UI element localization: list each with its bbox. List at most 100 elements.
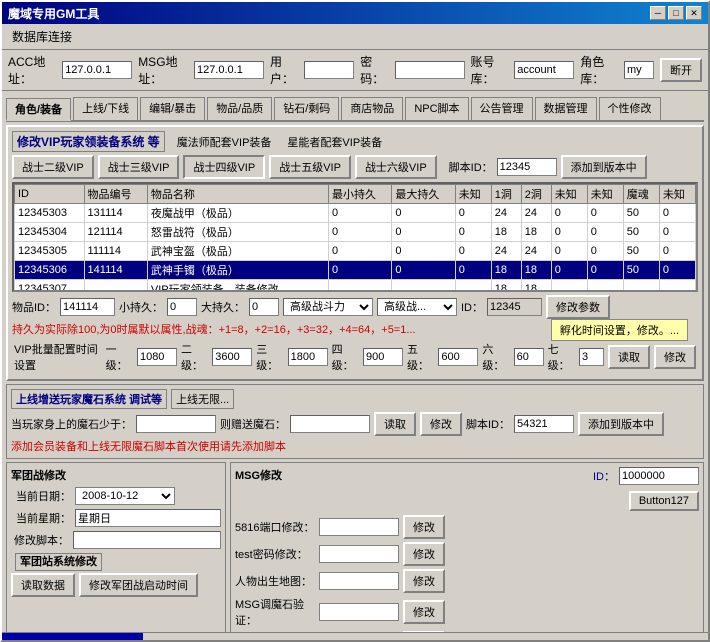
guild-title: 军团战修改 xyxy=(11,467,221,483)
col-soul: 魔魂 xyxy=(623,185,659,204)
level-read-button[interactable]: 读取 xyxy=(608,345,650,369)
maximize-button[interactable]: □ xyxy=(668,6,684,20)
tab-data[interactable]: 数据管理 xyxy=(535,97,597,120)
item-id-input[interactable] xyxy=(60,298,115,316)
guild-script-input[interactable] xyxy=(73,531,221,549)
level3-input[interactable] xyxy=(288,348,328,366)
msg-stone-verify-input[interactable] xyxy=(319,603,399,621)
tab-personal[interactable]: 个性修改 xyxy=(599,97,661,120)
online-section-title: 上线增送玩家魔石系统 调试等 xyxy=(11,389,167,409)
disconnect-button[interactable]: 断开 xyxy=(660,58,702,82)
add-to-script-button[interactable]: 添加到版本中 xyxy=(561,155,647,179)
id-display xyxy=(487,298,542,316)
msg-stone-verify-modify-btn[interactable]: 修改 xyxy=(403,600,445,624)
level5-input[interactable] xyxy=(438,348,478,366)
close-button[interactable]: ✕ xyxy=(686,6,702,20)
guild-read-button[interactable]: 读取数据 xyxy=(11,573,75,597)
vip-tab-5[interactable]: 战士五级VIP xyxy=(269,155,351,179)
online-notice: 添加会员装备和上线无限魔石脚本首次使用请先添加脚本 xyxy=(11,441,286,453)
msg-port-input[interactable] xyxy=(319,518,399,536)
combat-combo2[interactable]: 高级战... xyxy=(377,298,457,316)
title-bar-buttons: ─ □ ✕ xyxy=(650,6,702,20)
vip-tab-6[interactable]: 战士六级VIP xyxy=(355,155,437,179)
level6-label: 六级： xyxy=(482,341,509,373)
table-row[interactable]: 12345304 121114 怒雷战符（极品） 0 0 0 18 18 0 0… xyxy=(15,223,696,242)
guild-script-name-row: 军团站系统修改 xyxy=(15,553,221,569)
title-bar: 魔域专用GM工具 ─ □ ✕ xyxy=(2,2,708,24)
level7-input[interactable] xyxy=(579,348,604,366)
role-input[interactable] xyxy=(624,61,654,79)
guild-script-label: 修改脚本： xyxy=(11,532,69,548)
msg-button127[interactable]: Button127 xyxy=(629,491,699,511)
table-row[interactable]: 12345303 131114 夜魔战甲（极品） 0 0 0 24 24 0 0… xyxy=(15,204,696,223)
level-modify-button[interactable]: 修改 xyxy=(654,345,696,369)
table-row[interactable]: 12345305 111114 武神宝盔（极品） 0 0 0 24 24 0 0… xyxy=(15,242,696,261)
online-read-button[interactable]: 读取 xyxy=(374,412,416,436)
when-input[interactable] xyxy=(136,415,216,433)
db-input[interactable] xyxy=(514,61,574,79)
pwd-input[interactable] xyxy=(395,61,465,79)
msg-birthmap-input[interactable] xyxy=(319,572,399,590)
db-label: 账号库： xyxy=(471,53,509,87)
msg-id-input[interactable] xyxy=(619,467,699,485)
msg-birthmap-modify-btn[interactable]: 修改 xyxy=(403,569,445,593)
tab-item[interactable]: 物品/品质 xyxy=(207,97,272,120)
online-stone-inputs: 当玩家身上的魔石少于： 则赠送魔石： 读取 修改 脚本ID： 添加到版本中 xyxy=(11,412,699,436)
then-label: 则赠送魔石： xyxy=(220,416,286,432)
min-dur-input[interactable] xyxy=(167,298,197,316)
main-tab-strip: 角色/装备 上线/下线 编辑/暴击 物品/品质 钻石/剩码 商店物品 NPC脚本… xyxy=(6,95,704,122)
persist-info: 持久为实际除100,为0时属默以属性,战魂：+1=8，+2=16，+3=32，+… xyxy=(12,324,416,336)
bottom-scrollbar[interactable] xyxy=(2,632,708,640)
vip-table-container: ID 物品编号 物品名称 最小持久 最大持久 未知 1洞 2洞 未知 未知 魔魂… xyxy=(12,182,698,292)
level6-input[interactable] xyxy=(514,348,544,366)
tab-diamond[interactable]: 钻石/剩码 xyxy=(274,97,339,120)
tab-role-equip[interactable]: 角色/装备 xyxy=(6,98,71,121)
combat-combo1[interactable]: 高级战斗力 xyxy=(283,298,373,316)
tab-npc[interactable]: NPC脚本 xyxy=(405,97,468,120)
max-dur-input[interactable] xyxy=(249,298,279,316)
vip-tab-3[interactable]: 战士三级VIP xyxy=(98,155,180,179)
msg-test-pwd-modify-btn[interactable]: 修改 xyxy=(403,542,445,566)
msg-row-test-pwd: test密码修改： 修改 xyxy=(235,542,699,566)
guild-week-input[interactable] xyxy=(75,509,221,527)
msg-port-modify-btn[interactable]: 修改 xyxy=(403,515,445,539)
online-modify-button[interactable]: 修改 xyxy=(420,412,462,436)
level1-input[interactable] xyxy=(137,348,177,366)
msg-input[interactable] xyxy=(194,61,264,79)
min-dur-label: 小持久： xyxy=(119,299,163,315)
script-id-label: 脚本ID： xyxy=(449,159,493,175)
user-input[interactable] xyxy=(304,61,354,79)
acc-input[interactable] xyxy=(62,61,132,79)
guild-date-label: 当前日期： xyxy=(11,488,71,504)
table-row-selected[interactable]: 12345306 141114 武神手镯（极品） 0 0 0 18 18 0 0… xyxy=(15,261,696,280)
tab-online[interactable]: 上线/下线 xyxy=(73,97,138,120)
when-label: 当玩家身上的魔石少于： xyxy=(11,416,132,432)
guild-date-select[interactable]: 2008-10-12 xyxy=(75,487,175,505)
level4-input[interactable] xyxy=(363,348,403,366)
modify-param-button[interactable]: 修改参数 xyxy=(546,295,610,319)
online-script-id-input[interactable] xyxy=(514,415,574,433)
tab-shop[interactable]: 商店物品 xyxy=(341,97,403,120)
col-id: ID xyxy=(15,185,85,204)
level2-input[interactable] xyxy=(212,348,252,366)
guild-modify-time-button[interactable]: 修改军团战启动时间 xyxy=(79,573,198,597)
vip-tab-2[interactable]: 战士二级VIP xyxy=(12,155,94,179)
user-label: 用户： xyxy=(270,53,298,87)
vip-tab-4[interactable]: 战士四级VIP xyxy=(183,155,265,179)
tab-edit[interactable]: 编辑/暴击 xyxy=(140,97,205,120)
tab-notice[interactable]: 公告管理 xyxy=(471,97,533,120)
msg-title: MSG修改 xyxy=(235,467,282,483)
vip-script-id-input[interactable] xyxy=(497,158,557,176)
hatching-hint-box: 孵化时间设置，修改。... xyxy=(551,319,688,341)
role-label: 角色库： xyxy=(580,53,618,87)
msg-test-pwd-input[interactable] xyxy=(319,545,399,563)
window-title: 魔域专用GM工具 xyxy=(8,5,99,22)
then-input[interactable] xyxy=(290,415,370,433)
table-row[interactable]: 12345307 VIP玩家领装备，装备修改。 18 18 xyxy=(15,280,696,293)
minimize-button[interactable]: ─ xyxy=(650,6,666,20)
online-add-button[interactable]: 添加到版本中 xyxy=(578,412,664,436)
online-notice-row: 添加会员装备和上线无限魔石脚本首次使用请先添加脚本 xyxy=(11,438,699,454)
menu-item-db[interactable]: 数据库连接 xyxy=(6,26,78,47)
col-d2: 2洞 xyxy=(521,185,551,204)
level7-label: 七级： xyxy=(548,341,575,373)
